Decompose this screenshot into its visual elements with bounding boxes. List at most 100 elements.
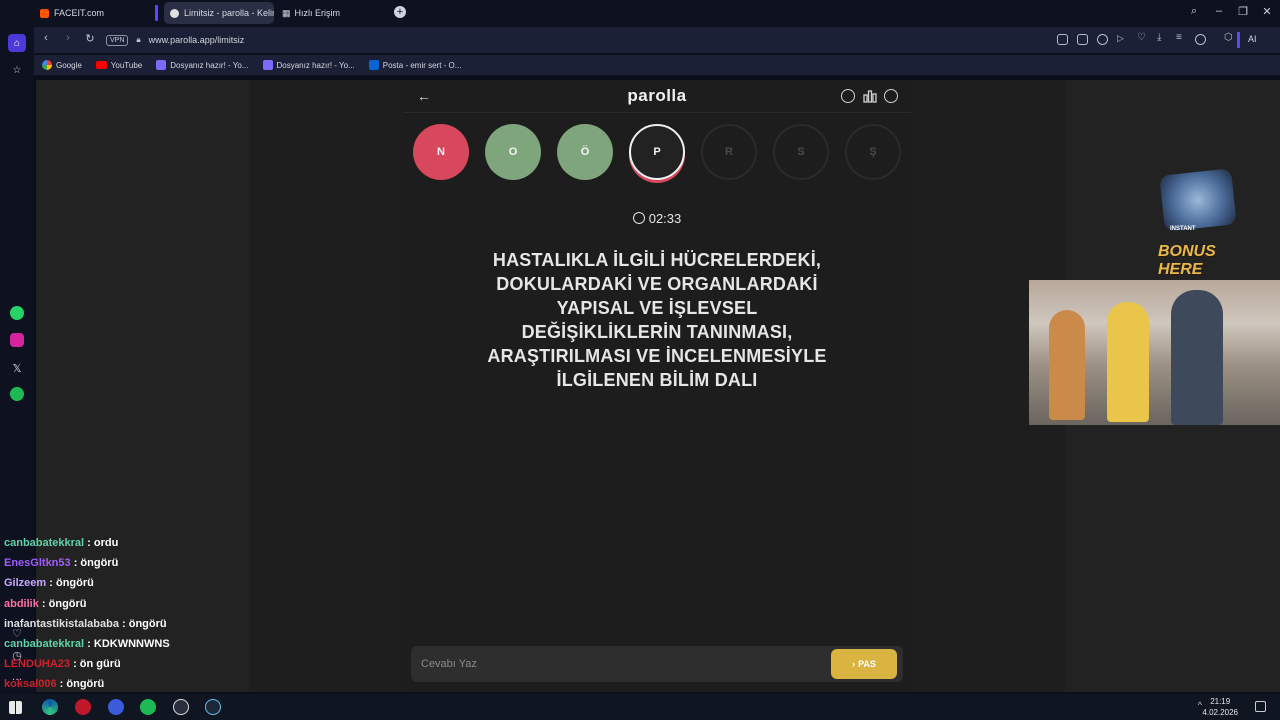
lock-icon: 🔒︎ [136, 35, 141, 44]
chat-text: ordu [93, 537, 119, 549]
x-icon[interactable]: 𝕏 [8, 359, 26, 377]
chat-message: Gilzeem : öngörü [4, 573, 244, 593]
tab-label: FACEIT.com [54, 8, 105, 18]
address-bar: ‹ › ↻ VPN 🔒︎ www.parolla.app/limitsiz ▷ … [34, 27, 1280, 53]
chevron-up-icon[interactable]: ^ [1198, 700, 1202, 710]
tab-quick-access[interactable]: ▦ Hızlı Erişim [276, 2, 386, 24]
header-divider [403, 112, 911, 113]
tab-limitsiz[interactable]: Limitsiz - parolla - Kelime [164, 2, 274, 24]
windows-start-icon[interactable] [9, 701, 22, 714]
file-icon [156, 60, 167, 70]
pass-button[interactable]: › PAS [831, 649, 897, 679]
bookmark-posta[interactable]: Posta - emir sert - O... [368, 60, 462, 70]
stats-icon[interactable] [863, 89, 877, 103]
back-button[interactable]: ‹ [39, 32, 53, 44]
bookmark-dosya-1[interactable]: Dosyanız hazır! - Yo... [156, 60, 249, 70]
chat-separator: : [70, 658, 80, 671]
mail-icon [368, 60, 379, 70]
chevron-right-icon: › [852, 659, 856, 669]
parolla-app: ← parolla NOÖPRSŞ 02:33 HASTALIKLA İLGİL… [403, 80, 911, 692]
bookmarks-bar: Google YouTube Dosyanız hazır! - Yo... D… [34, 55, 1280, 75]
bookmark-label: Dosyanız hazır! - Yo... [276, 60, 355, 70]
question-line: YAPISAL VE İŞLEVSEL [556, 298, 758, 318]
url-text: www.parolla.app/limitsiz [148, 35, 245, 45]
answer-input[interactable] [421, 655, 801, 673]
opera-gx-icon[interactable] [108, 699, 124, 715]
tab-faceit[interactable]: FACEIT.com [34, 2, 149, 24]
close-button[interactable]: ✕ [1260, 5, 1274, 18]
heart-icon[interactable]: ♡ [1137, 32, 1148, 43]
instagram-icon[interactable] [10, 333, 24, 347]
star-icon[interactable]: ☆ [8, 61, 26, 79]
letter-correct: O [485, 124, 541, 180]
parolla-favicon-icon [170, 8, 179, 18]
forward-button[interactable]: › [61, 32, 75, 44]
bookmark-google[interactable]: Google [42, 60, 82, 70]
whatsapp-icon[interactable] [10, 306, 24, 320]
search-tabs-icon[interactable]: ⌕ [1187, 5, 1201, 18]
play-icon[interactable]: ▷ [1117, 33, 1128, 44]
pass-label: PAS [858, 659, 876, 669]
bookmark-label: Posta - emir sert - O... [382, 60, 462, 70]
bookmark-dosya-2[interactable]: Dosyanız hazır! - Yo... [262, 60, 355, 70]
timer-value: 02:33 [648, 211, 682, 226]
letter-pending: R [701, 124, 757, 180]
notification-icon[interactable] [1255, 701, 1266, 712]
webcam-person [1107, 302, 1149, 422]
tab-label: Hızlı Erişim [294, 8, 341, 18]
clock-time: 21:19 [1210, 697, 1231, 706]
info-icon[interactable] [841, 89, 855, 103]
grid-icon: ▦ [282, 7, 291, 18]
chat-separator: : [84, 637, 94, 650]
chat-message: LENDUHA23 : ön gürü [4, 654, 244, 674]
letter-current: P [629, 124, 685, 180]
chat-separator: : [70, 557, 81, 570]
opera-icon[interactable] [75, 699, 91, 715]
camera-icon[interactable] [1077, 34, 1088, 45]
profile-icon[interactable] [1195, 34, 1206, 45]
steam-icon[interactable] [205, 699, 221, 715]
chat-message: EnesGltkn53 : öngörü [4, 553, 244, 573]
chat-message: abdilik : öngörü [4, 594, 244, 614]
shield-icon[interactable] [1097, 34, 1108, 45]
chat-username: Gilzeem [4, 577, 47, 590]
chat-username: inafantastikistalababa [4, 617, 119, 630]
bonus-small-text: INSTANT [1170, 226, 1196, 232]
letter-pending: S [773, 124, 829, 180]
tab-label: Limitsiz - parolla - Kelime [184, 8, 274, 18]
minimize-button[interactable]: – [1212, 5, 1226, 17]
chat-username: canbabatekkral [4, 537, 85, 549]
edit-icon[interactable] [1057, 34, 1068, 45]
bookmark-label: Dosyanız hazır! - Yo... [170, 60, 249, 70]
spotify-icon[interactable] [10, 387, 24, 401]
question-line: İLGİLENEN BİLİM DALI [556, 370, 758, 390]
extensions-icon[interactable]: ⬡ [1224, 32, 1235, 43]
loot-box-icon [1159, 168, 1237, 232]
chat-separator: : [46, 577, 56, 590]
home-icon[interactable]: ⌂ [8, 34, 26, 52]
chat-message: canbabatekkral : ordu [4, 533, 244, 553]
webcam-feed [1029, 280, 1280, 425]
bookmark-youtube[interactable]: YouTube [95, 61, 142, 70]
bookmark-label: Google [56, 60, 82, 70]
url-field[interactable]: VPN 🔒︎ www.parolla.app/limitsiz [106, 30, 1006, 50]
spotify-icon[interactable] [140, 699, 156, 715]
reload-button[interactable]: ↻ [83, 32, 97, 45]
chat-separator: : [38, 597, 49, 610]
google-icon [42, 60, 52, 70]
menu-icon[interactable]: ≡ [1176, 32, 1187, 43]
edge-icon[interactable] [42, 699, 58, 715]
question-text: HASTALIKLA İLGİLİ HÜCRELERDEKİ, DOKULARD… [453, 248, 861, 392]
chat-message: koksal006 : öngörü [4, 674, 244, 694]
new-tab-button[interactable]: + [394, 6, 406, 18]
taskbar-clock[interactable]: 21:19 4.02.2026 [1202, 696, 1238, 718]
maximize-button[interactable]: ❐ [1236, 5, 1250, 18]
download-icon[interactable]: ⤓ [1157, 32, 1168, 43]
app-icon[interactable] [173, 699, 189, 715]
ai-button[interactable]: AI [1248, 34, 1257, 44]
faceit-icon [40, 8, 49, 18]
chat-text: öngörü [55, 577, 94, 590]
profile-icon[interactable] [884, 89, 898, 103]
clock-icon [632, 212, 645, 224]
vpn-badge[interactable]: VPN [106, 34, 129, 46]
